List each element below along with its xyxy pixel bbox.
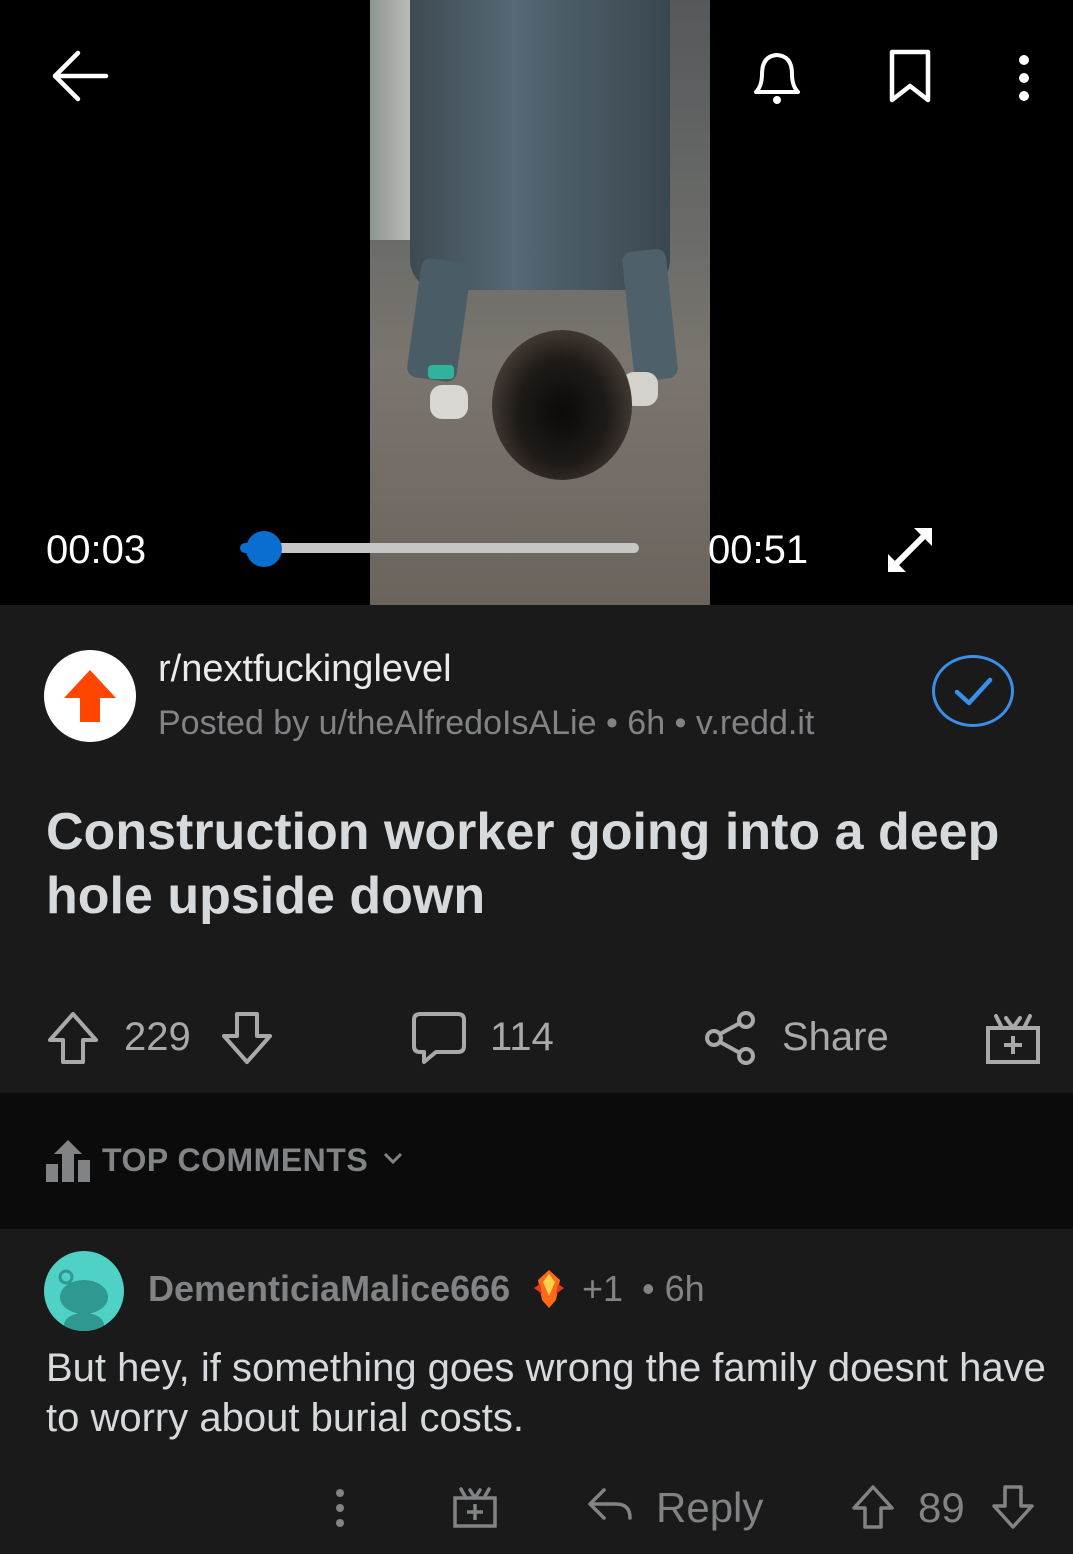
more-options-icon[interactable] xyxy=(1012,52,1036,104)
upvote-icon[interactable] xyxy=(46,1010,100,1066)
comment-age: • 6h xyxy=(642,1268,705,1309)
post-score: 229 xyxy=(124,1015,191,1059)
comment-username[interactable]: DementiciaMalice666 xyxy=(148,1268,510,1310)
share-label[interactable]: Share xyxy=(782,1015,889,1060)
back-arrow-icon[interactable] xyxy=(48,48,110,104)
top-sort-icon xyxy=(46,1140,90,1182)
award-crystal-icon[interactable] xyxy=(530,1266,568,1312)
subreddit-name[interactable]: r/nextfuckinglevel xyxy=(158,648,452,691)
sort-label[interactable]: TOP COMMENTS xyxy=(102,1142,368,1179)
fullscreen-icon[interactable] xyxy=(884,524,936,576)
chevron-down-icon[interactable] xyxy=(382,1150,404,1166)
comment-award-icon[interactable] xyxy=(452,1484,498,1530)
share-icon[interactable] xyxy=(704,1010,758,1066)
comment-bubble-icon[interactable] xyxy=(410,1010,468,1066)
joined-check-button[interactable] xyxy=(932,655,1014,727)
seek-track[interactable] xyxy=(258,543,639,553)
post-title: Construction worker going into a deep ho… xyxy=(46,803,1000,925)
subreddit-avatar[interactable] xyxy=(44,650,136,742)
award-count: +1 xyxy=(582,1268,624,1309)
bookmark-icon[interactable] xyxy=(886,48,934,106)
avatar[interactable] xyxy=(44,1251,124,1331)
comment-body: But hey, if something goes wrong the fam… xyxy=(46,1346,1046,1440)
post-meta: Posted by u/theAlfredoIsALie • 6h • v.re… xyxy=(158,704,815,742)
reply-button[interactable]: Reply xyxy=(656,1484,763,1532)
comment-score: 89 xyxy=(918,1484,965,1531)
comment-count[interactable]: 114 xyxy=(490,1015,554,1060)
seek-thumb[interactable] xyxy=(245,531,282,567)
upvote-logo-icon xyxy=(64,670,116,722)
checkmark-icon xyxy=(954,677,993,706)
comment-upvote-icon[interactable] xyxy=(850,1484,896,1530)
reply-arrow-icon[interactable] xyxy=(586,1486,634,1526)
snoo-avatar-icon xyxy=(58,1269,108,1331)
video-frame[interactable] xyxy=(370,0,710,605)
award-gift-icon[interactable] xyxy=(984,1010,1042,1066)
duration: 00:51 xyxy=(708,528,809,572)
current-time: 00:03 xyxy=(46,528,147,572)
bell-icon[interactable] xyxy=(748,48,806,108)
downvote-icon[interactable] xyxy=(220,1010,274,1066)
comment-downvote-icon[interactable] xyxy=(990,1484,1036,1530)
comment-more-icon[interactable] xyxy=(330,1486,350,1530)
